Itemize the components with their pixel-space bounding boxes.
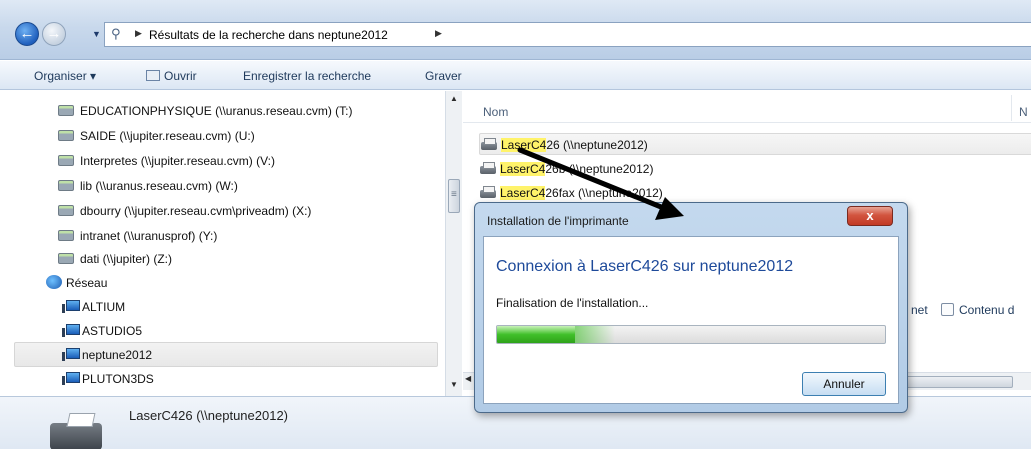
printer-icon — [480, 138, 498, 151]
search-icon: ⚲ — [111, 26, 121, 41]
printer-paper — [66, 413, 96, 427]
result-item-laserc426[interactable]: LaserC426 (\\neptune2012) — [479, 133, 1031, 155]
nav-computer-pluton3ds[interactable]: PLUTON3DS — [62, 367, 154, 392]
search-match: LaserC4 — [500, 186, 546, 200]
nav-item-label: ASTUDIO5 — [82, 324, 143, 338]
network-drive-icon — [58, 230, 74, 241]
column-header-name[interactable]: Nom — [483, 105, 508, 119]
search-icon — [941, 303, 954, 316]
history-dropdown-icon[interactable]: ▼ — [92, 29, 101, 39]
nav-item-label: PLUTON3DS — [82, 372, 154, 386]
address-bar: ← → ▼ ⚲ ▶ Résultats de la recherche dans… — [0, 0, 1031, 60]
nav-computer-neptune2012[interactable]: neptune2012 — [14, 342, 438, 367]
nav-scrollbar[interactable]: ▲ ▼ — [445, 91, 462, 396]
search-content-link[interactable]: Contenu d — [941, 303, 1014, 317]
nav-item-label: SAIDE (\\jupiter.reseau.cvm) (U:) — [80, 129, 255, 143]
partial-command-link[interactable]: net — [911, 303, 928, 317]
nav-drive-z[interactable]: dati (\\jupiter) (Z:) — [58, 247, 172, 272]
open-button[interactable]: Ouvrir — [146, 69, 197, 83]
scroll-left-icon[interactable]: ◀ — [465, 374, 471, 383]
nav-item-label: intranet (\\uranusprof) (Y:) — [80, 229, 218, 243]
result-label: 26 (\\neptune2012) — [546, 138, 648, 152]
nav-item-label: ALTIUM — [82, 300, 126, 314]
network-drive-icon — [58, 253, 74, 264]
column-header-next[interactable]: N — [1019, 105, 1028, 119]
progress-fill — [497, 326, 614, 343]
nav-computer-altium[interactable]: ALTIUM — [62, 295, 125, 320]
open-label: Ouvrir — [164, 69, 197, 83]
details-title: LaserC426 (\\neptune2012) — [129, 408, 289, 423]
burn-button[interactable]: Graver — [425, 69, 462, 83]
scroll-down-icon[interactable]: ▼ — [446, 377, 462, 393]
nav-network[interactable]: Réseau — [46, 271, 107, 296]
search-content-label: Contenu d — [959, 303, 1015, 317]
network-drive-icon — [58, 105, 74, 116]
column-header-row: Nom N — [463, 91, 1031, 123]
result-label: 26fax (\\neptune2012) — [545, 186, 663, 200]
nav-item-label: Interpretes (\\jupiter.reseau.cvm) (V:) — [80, 154, 275, 168]
dialog-status: Finalisation de l'installation... — [496, 296, 649, 310]
forward-button[interactable]: → — [42, 22, 66, 46]
network-drive-icon — [58, 155, 74, 166]
save-search-button[interactable]: Enregistrer la recherche — [243, 69, 371, 83]
command-bar: Organiser ▾ Ouvrir Enregistrer la recher… — [0, 61, 1031, 90]
breadcrumb-chevron-icon[interactable]: ▶ — [135, 28, 142, 39]
close-icon: x — [866, 208, 874, 223]
close-button[interactable]: x — [847, 206, 893, 226]
organize-button[interactable]: Organiser ▾ — [34, 69, 96, 83]
nav-item-label: lib (\\uranus.reseau.cvm) (W:) — [80, 179, 238, 193]
nav-item-label: EDUCATIONPHYSIQUE (\\uranus.reseau.cvm) … — [80, 104, 353, 118]
nav-drive-y[interactable]: intranet (\\uranusprof) (Y:) — [58, 224, 217, 249]
nav-drive-x[interactable]: dbourry (\\jupiter.reseau.cvm\priveadm) … — [58, 199, 311, 224]
network-icon — [46, 275, 62, 289]
printer-install-dialog: Installation de l'imprimante x Connexion… — [474, 202, 908, 413]
nav-drive-w[interactable]: lib (\\uranus.reseau.cvm) (W:) — [58, 174, 238, 199]
forward-arrow-icon: → — [46, 25, 62, 42]
nav-item-label: neptune2012 — [82, 348, 153, 362]
network-drive-icon — [58, 180, 74, 191]
result-item-laserc426fax[interactable]: LaserC426fax (\\neptune2012) — [479, 182, 1031, 204]
scroll-up-icon[interactable]: ▲ — [446, 91, 462, 107]
breadcrumb-current[interactable]: Résultats de la recherche dans neptune20… — [149, 28, 388, 42]
printer-icon — [479, 186, 497, 199]
navigation-pane: EDUCATIONPHYSIQUE (\\uranus.reseau.cvm) … — [0, 91, 462, 396]
address-field[interactable]: ⚲ ▶ Résultats de la recherche dans neptu… — [104, 22, 1031, 47]
result-item-laserc426b[interactable]: LaserC426b (\\neptune2012) — [479, 158, 1031, 180]
dialog-title: Installation de l'imprimante — [487, 214, 629, 228]
install-progress-bar — [496, 325, 886, 344]
breadcrumb-chevron-icon[interactable]: ▶ — [435, 28, 442, 39]
cancel-button[interactable]: Annuler — [802, 372, 886, 396]
nav-item-label: dati (\\jupiter) (Z:) — [80, 252, 173, 266]
nav-drive-v[interactable]: Interpretes (\\jupiter.reseau.cvm) (V:) — [58, 149, 275, 174]
search-match: LaserC4 — [501, 138, 547, 152]
computer-icon — [62, 300, 80, 313]
printer-icon — [479, 162, 497, 175]
network-drive-icon — [58, 130, 74, 141]
computer-icon — [62, 348, 80, 361]
large-printer-icon — [50, 413, 102, 449]
nav-computer-astudio5[interactable]: ASTUDIO5 — [62, 319, 142, 344]
dialog-heading: Connexion à LaserC426 sur neptune2012 — [496, 258, 794, 275]
computer-icon — [62, 324, 80, 337]
network-drive-icon — [58, 205, 74, 216]
back-arrow-icon: ← — [19, 25, 35, 42]
scroll-thumb[interactable] — [448, 179, 460, 213]
back-button[interactable]: ← — [15, 22, 39, 46]
nav-item-label: Réseau — [66, 276, 108, 290]
search-match: LaserC4 — [500, 162, 546, 176]
open-icon — [146, 70, 160, 81]
computer-icon — [62, 372, 80, 385]
dialog-body: Connexion à LaserC426 sur neptune2012 Fi… — [483, 236, 899, 404]
column-divider[interactable] — [1011, 95, 1012, 121]
nav-drive-t[interactable]: EDUCATIONPHYSIQUE (\\uranus.reseau.cvm) … — [58, 99, 353, 124]
nav-item-label: dbourry (\\jupiter.reseau.cvm\priveadm) … — [80, 204, 312, 218]
nav-drive-u[interactable]: SAIDE (\\jupiter.reseau.cvm) (U:) — [58, 124, 255, 149]
result-label: 26b (\\neptune2012) — [545, 162, 654, 176]
